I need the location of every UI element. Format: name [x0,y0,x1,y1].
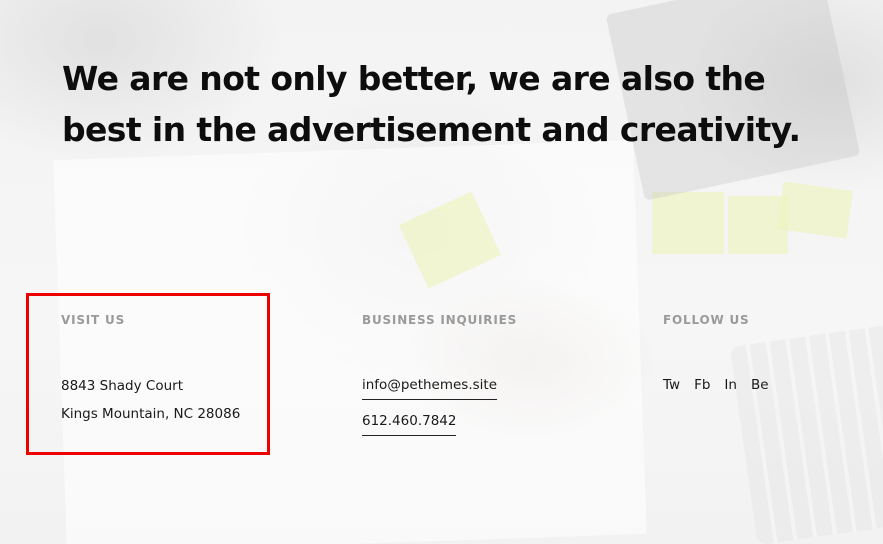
background-sticky-note [652,192,724,254]
address-city: Kings Mountain, NC 28086 [61,406,241,422]
page-headline: We are not only better, we are also the … [62,59,801,149]
background-keyboard [729,324,883,544]
address: 8843 Shady Court Kings Mountain, NC 2808… [61,372,240,428]
social-link-twitter[interactable]: Tw [663,376,680,394]
business-inquiries-section: BUSINESS INQUIRIES info@pethemes.site 61… [362,313,518,436]
address-street: 8843 Shady Court [61,378,183,394]
follow-us-title: FOLLOW US [663,313,750,327]
social-links: Tw Fb In Be [663,376,783,394]
follow-us-section: FOLLOW US Tw Fb In Be [663,313,769,393]
contact-links: info@pethemes.site 612.460.7842 [362,376,498,436]
background-sticky-note [777,181,853,239]
background-paper [53,139,647,544]
social-link-linkedin[interactable]: In [724,376,737,394]
email-link[interactable]: info@pethemes.site [362,376,498,400]
social-link-facebook[interactable]: Fb [694,376,710,394]
phone-link[interactable]: 612.460.7842 [362,412,457,436]
visit-us-title: VISIT US [61,313,126,327]
visit-us-section: VISIT US 8843 Shady Court Kings Mountain… [61,313,240,422]
business-inquiries-title: BUSINESS INQUIRIES [362,313,518,327]
social-link-behance[interactable]: Be [751,376,769,394]
